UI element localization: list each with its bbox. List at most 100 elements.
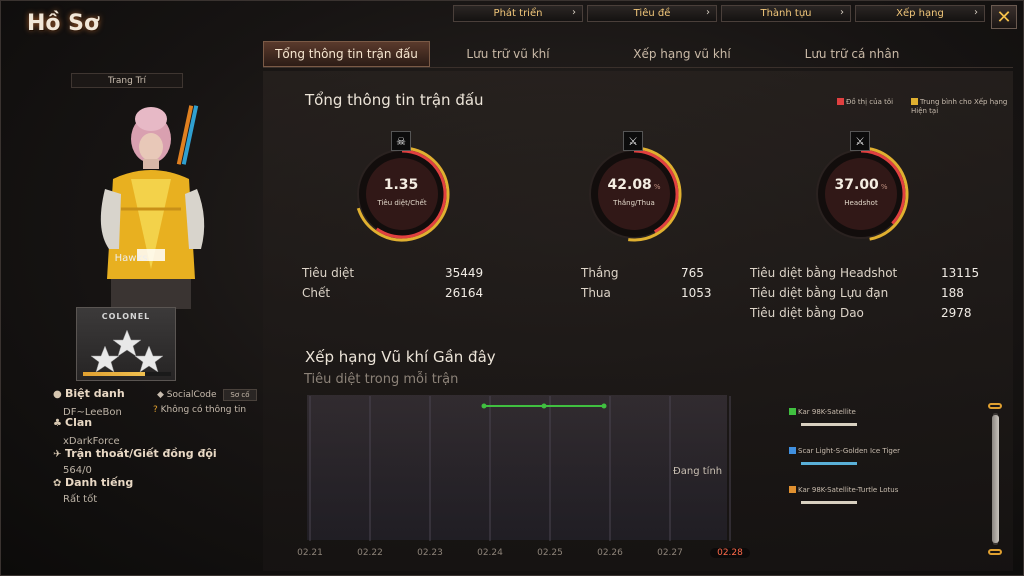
gauge-ring — [589, 146, 682, 242]
nav-development[interactable]: Phát triển › — [453, 5, 583, 22]
calculating-status: Đang tính — [673, 466, 723, 477]
grenade-kills-value: 188 — [941, 286, 964, 300]
profile-window: Hồ Sơ Phát triển › Tiêu đề › Thành tựu › Xế… — [0, 0, 1024, 576]
legend-mine-swatch — [837, 98, 844, 105]
weapon-name: Kar 98K-Satellite-Turtle Lotus — [798, 486, 899, 494]
chevron-right-icon: › — [840, 7, 844, 18]
reputation-value-wrap: Rất tốt — [63, 492, 97, 505]
gauge-kd: ☠ 1.35 Tiêu diệt/Chết — [349, 131, 455, 247]
gauge-kd-value: 1.35 — [383, 177, 419, 193]
date-tick[interactable]: 02.23 — [410, 548, 450, 558]
gauge-headshot-value: 37.00 — [834, 177, 879, 193]
legend-mine: Đồ thị của tôi — [837, 98, 893, 106]
chevron-right-icon: › — [974, 7, 978, 18]
gauge-ring — [356, 146, 450, 242]
weapon-legend-item[interactable]: Scar Light-S-Golden Ice Tiger — [789, 447, 900, 455]
reputation-icon: ✿ — [53, 478, 62, 489]
weapon-chart-area — [307, 395, 727, 540]
legend-scrollbar[interactable] — [988, 403, 1002, 555]
escape-label: Trận thoát/Giết đồng đội — [65, 447, 217, 460]
gauge-headshot: ⚔ 37.00% Headshot — [808, 131, 914, 247]
rank-card: COLONEL — [76, 307, 176, 381]
date-tick[interactable]: 02.26 — [590, 548, 630, 558]
gauge-headshot-caption: Headshot — [844, 199, 878, 207]
weapon-barrel — [801, 501, 857, 504]
reputation-label: Danh tiếng — [65, 476, 134, 489]
weapon-name: Scar Light-S-Golden Ice Tiger — [798, 447, 901, 455]
clan-icon: ♣ — [53, 418, 62, 429]
tab-weapon-ranking[interactable]: Xếp hạng vũ khí — [607, 41, 757, 67]
weapon-legend-item[interactable]: Kar 98K-Satellite — [789, 408, 856, 416]
weapon-name: Kar 98K-Satellite — [798, 408, 856, 416]
scroll-up-cap[interactable] — [988, 403, 1002, 409]
gauge-inner — [598, 158, 670, 230]
weapon-image-icon — [801, 423, 857, 426]
weapon-color-swatch — [789, 447, 796, 454]
knife-kills-label: Tiêu diệt bằng Dao — [750, 306, 864, 320]
nav-ranking[interactable]: Xếp hạng › — [855, 5, 985, 22]
date-tick[interactable]: 02.22 — [350, 548, 390, 558]
clan-value-wrap: xDarkForce — [63, 434, 120, 447]
gauge-inner — [825, 158, 897, 230]
scroll-thumb[interactable] — [992, 415, 999, 543]
gauge-ring — [816, 146, 909, 241]
wins-label: Thắng — [581, 266, 619, 280]
window-title: Hồ Sơ — [27, 11, 100, 36]
date-tick[interactable]: 02.27 — [650, 548, 690, 558]
date-tick[interactable]: 02.25 — [530, 548, 570, 558]
knife-gun-icon: ⚔ — [850, 131, 870, 151]
nickname-block: ● Biệt danh — [53, 387, 125, 400]
skull-icon: ☠ — [391, 131, 411, 151]
close-icon: ✕ — [996, 6, 1012, 28]
weapon-image-icon — [801, 501, 857, 504]
social-code-label: SocialCode — [166, 390, 217, 400]
kills-label: Tiêu diệt — [302, 266, 355, 280]
date-tick[interactable]: 02.24 — [470, 548, 510, 558]
deaths-value: 26164 — [445, 286, 484, 300]
close-button[interactable]: ✕ — [991, 5, 1017, 29]
nickname-label: Biệt danh — [65, 387, 125, 400]
nav-achievements[interactable]: Thành tựu › — [721, 5, 851, 22]
character-panel: Trang Trí — [51, 71, 261, 311]
social-code-button[interactable]: Sơ cố — [223, 389, 257, 401]
weapon-image-icon — [801, 462, 857, 465]
gauge-winrate-value: 42.08 — [607, 177, 652, 193]
tab-weapon-storage[interactable]: Lưu trữ vũ khí — [443, 41, 573, 67]
rank-insignia-icon — [90, 329, 164, 373]
reputation-value: Rất tốt — [63, 494, 98, 505]
social-code-icon: ◆ — [157, 390, 164, 400]
gauge-winrate: ⚔ 42.08% Thắng/Thua — [581, 131, 687, 247]
nav-titles[interactable]: Tiêu đề › — [587, 5, 717, 22]
weapon-rank-subtitle: Tiêu diệt trong mỗi trận — [304, 372, 459, 387]
clan-label: Clan — [65, 416, 93, 429]
social-code-value-wrap: ? Không có thông tin — [153, 405, 246, 415]
character-name: Hawks — [114, 253, 148, 264]
escape-value: 564/0 — [63, 465, 92, 476]
gauge-inner — [366, 158, 438, 230]
tab-divider — [263, 67, 1013, 68]
social-code-block: ◆ SocialCode Sơ cố — [157, 389, 257, 401]
rank-progress-fill — [83, 372, 145, 376]
crossed-guns-icon: ⚔ — [623, 131, 643, 151]
gauge-kd-caption: Tiêu diệt/Chết — [377, 199, 427, 207]
clan-block: ♣ Clan — [53, 416, 92, 429]
help-icon: ? — [153, 405, 158, 415]
chevron-right-icon: › — [572, 7, 576, 18]
losses-value: 1053 — [681, 286, 712, 300]
deaths-label: Chết — [302, 286, 331, 300]
date-tick[interactable]: 02.28 — [710, 548, 750, 558]
top-nav: Phát triển › Tiêu đề › Thành tựu › Xếp hạng… — [453, 5, 985, 22]
scroll-down-cap[interactable] — [988, 549, 1002, 555]
weapon-rank-title: Xếp hạng Vũ khí Gần đây — [305, 348, 496, 366]
tab-personal-storage[interactable]: Lưu trữ cá nhân — [777, 41, 927, 67]
weapon-legend-item[interactable]: Kar 98K-Satellite-Turtle Lotus — [789, 486, 898, 494]
date-tick[interactable]: 02.21 — [290, 548, 330, 558]
grenade-kills-label: Tiêu diệt bằng Lựu đạn — [750, 286, 889, 300]
social-code-value: Không có thông tin — [160, 405, 247, 415]
summary-title: Tổng thông tin trận đấu — [305, 91, 484, 109]
weapon-color-swatch — [789, 486, 796, 493]
decorate-button[interactable]: Trang Trí — [71, 73, 183, 88]
weapon-barrel — [801, 423, 857, 426]
tab-match-summary[interactable]: Tổng thông tin trận đấu — [263, 41, 430, 67]
escape-block: ✈ Trận thoát/Giết đồng đội — [53, 447, 217, 460]
